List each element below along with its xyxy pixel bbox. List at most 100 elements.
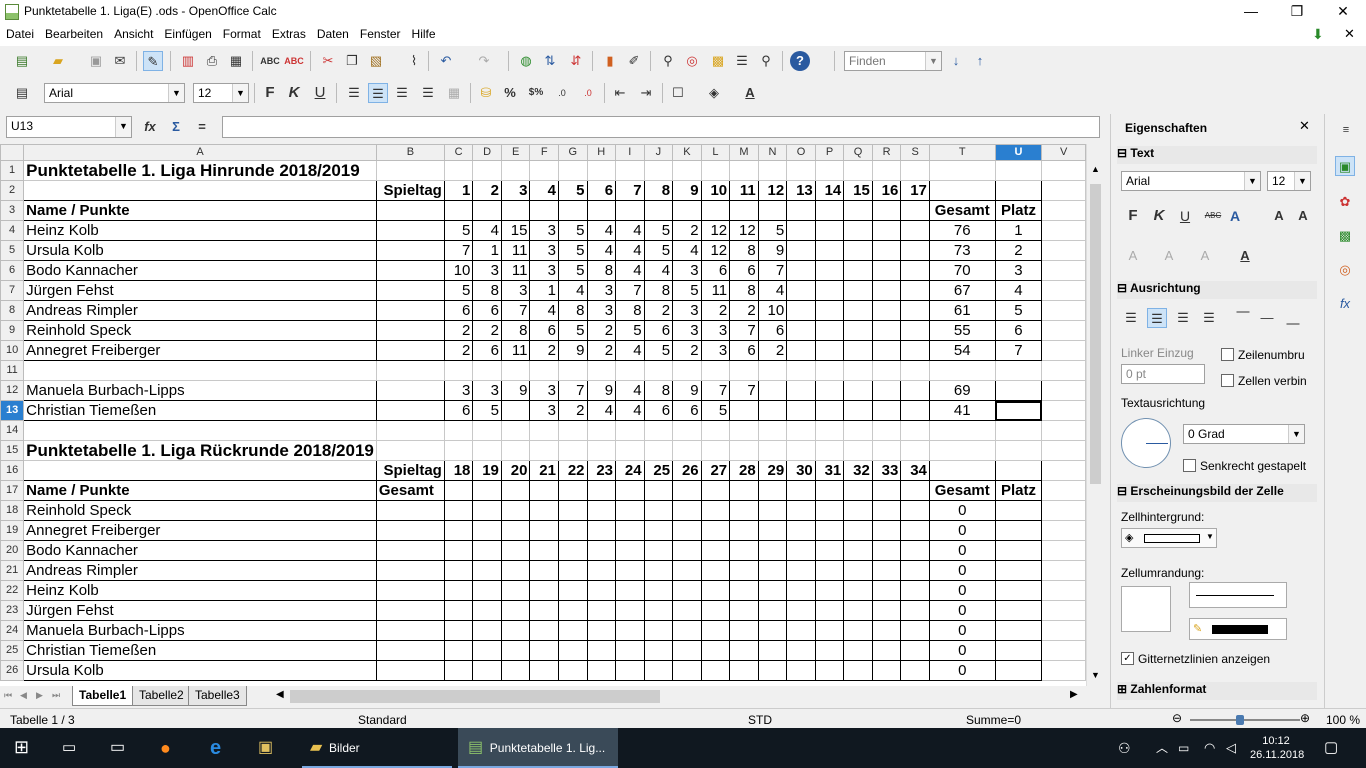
cell-d4[interactable]: 4 — [472, 220, 502, 241]
cell-k25[interactable] — [672, 640, 702, 661]
sort-ascending-icon[interactable]: ⇅ — [540, 51, 560, 71]
cell-n15[interactable] — [757, 440, 788, 461]
cell-b19[interactable] — [375, 520, 445, 541]
cell-u26[interactable] — [994, 660, 1043, 681]
cell-g19[interactable] — [557, 520, 588, 541]
cell-n26[interactable] — [757, 660, 788, 681]
cell-e19[interactable] — [500, 520, 531, 541]
border-color-picker[interactable]: ✎ — [1189, 618, 1287, 640]
cell-d1[interactable] — [472, 160, 502, 181]
cell-h17[interactable] — [586, 480, 617, 501]
cell-f17[interactable] — [529, 480, 559, 501]
cell-e18[interactable] — [500, 500, 531, 521]
cell-d11[interactable] — [472, 360, 502, 381]
cell-m11[interactable] — [729, 360, 759, 381]
cell-c15[interactable] — [443, 440, 474, 461]
menu-ansicht[interactable]: Ansicht — [108, 24, 158, 41]
cell-j4[interactable]: 5 — [643, 220, 674, 241]
cell-r17[interactable] — [871, 480, 902, 501]
cell-n11[interactable] — [757, 360, 788, 381]
cell-a23[interactable]: Jürgen Fehst — [23, 600, 377, 621]
print-icon[interactable]: ⎙ — [202, 51, 222, 71]
cell-e17[interactable] — [500, 480, 531, 501]
cell-j14[interactable] — [643, 420, 674, 441]
tab-nav-prev-icon[interactable]: ◀ — [20, 690, 27, 701]
cell-k23[interactable] — [672, 600, 702, 621]
cell-e7[interactable]: 3 — [500, 280, 531, 301]
zoom-icon[interactable]: ⚲ — [756, 51, 776, 71]
cell-r19[interactable] — [871, 520, 902, 541]
cell-p10[interactable] — [814, 340, 845, 361]
cell-q14[interactable] — [843, 420, 873, 441]
cell-u23[interactable] — [994, 600, 1043, 621]
cell-h15[interactable] — [586, 440, 617, 461]
cell-q11[interactable] — [843, 360, 873, 381]
cell-g5[interactable]: 5 — [557, 240, 588, 261]
cell-h13[interactable]: 4 — [586, 400, 617, 421]
align-center-icon[interactable]: ☰ — [368, 83, 388, 103]
cell-g1[interactable] — [557, 160, 588, 181]
cell-c13[interactable]: 6 — [443, 400, 474, 421]
cell-c20[interactable] — [443, 540, 474, 561]
cell-l14[interactable] — [700, 420, 731, 441]
cell-g2[interactable]: 5 — [557, 180, 588, 201]
cell-j26[interactable] — [643, 660, 674, 681]
cell-f1[interactable] — [529, 160, 559, 181]
cell-r10[interactable] — [871, 340, 902, 361]
cell-c5[interactable]: 7 — [443, 240, 474, 261]
cell-q6[interactable] — [843, 260, 873, 281]
cell-h11[interactable] — [586, 360, 617, 381]
cell-t4[interactable]: 76 — [928, 220, 996, 241]
column-header-i[interactable]: I — [615, 144, 645, 161]
cell-m24[interactable] — [729, 620, 759, 641]
cell-s4[interactable] — [900, 220, 930, 241]
zoom-slider-thumb[interactable] — [1236, 715, 1244, 725]
cell-a2[interactable] — [23, 180, 377, 201]
sidebar-strikethrough-icon[interactable]: ABC — [1203, 206, 1223, 226]
cell-q16[interactable]: 32 — [843, 460, 873, 481]
cell-c23[interactable] — [443, 600, 474, 621]
row-header[interactable]: 24 — [0, 620, 25, 641]
cell-f5[interactable]: 3 — [529, 240, 559, 261]
cell-d14[interactable] — [472, 420, 502, 441]
cell-v2[interactable] — [1041, 180, 1086, 201]
cell-d18[interactable] — [472, 500, 502, 521]
cell-o18[interactable] — [786, 500, 816, 521]
cell-t21[interactable]: 0 — [928, 560, 996, 581]
cell-g6[interactable]: 5 — [557, 260, 588, 281]
cell-c18[interactable] — [443, 500, 474, 521]
cell-u16[interactable] — [994, 460, 1043, 481]
vertical-scrollbar[interactable]: ▲ ▼ — [1086, 144, 1104, 686]
cell-s12[interactable] — [900, 380, 930, 401]
cell-q5[interactable] — [843, 240, 873, 261]
cell-j20[interactable] — [643, 540, 674, 561]
cell-b5[interactable] — [375, 240, 445, 261]
cell-k9[interactable]: 3 — [672, 320, 702, 341]
cell-v24[interactable] — [1041, 620, 1086, 641]
redo-icon[interactable]: ↷ — [474, 51, 494, 71]
cell-l17[interactable] — [700, 480, 731, 501]
cell-a4[interactable]: Heinz Kolb — [23, 220, 377, 241]
sidebar-spacing-icon[interactable]: A — [1159, 246, 1179, 266]
cell-l3[interactable] — [700, 200, 731, 221]
zoom-level[interactable]: 100 % — [1326, 713, 1360, 727]
merge-cells-checkbox[interactable] — [1221, 374, 1234, 387]
cell-p24[interactable] — [814, 620, 845, 641]
chevron-down-icon[interactable]: ▼ — [115, 117, 131, 137]
cell-d5[interactable]: 1 — [472, 240, 502, 261]
cell-c11[interactable] — [443, 360, 474, 381]
cell-q3[interactable] — [843, 200, 873, 221]
cell-p5[interactable] — [814, 240, 845, 261]
cell-v14[interactable] — [1041, 420, 1086, 441]
cell-d12[interactable]: 3 — [472, 380, 502, 401]
cell-v20[interactable] — [1041, 540, 1086, 561]
cell-g8[interactable]: 8 — [557, 300, 588, 321]
chevron-down-icon[interactable]: ▼ — [1288, 425, 1304, 443]
cell-n21[interactable] — [757, 560, 788, 581]
cell-m13[interactable] — [729, 400, 759, 421]
paste-icon[interactable]: ▧ — [366, 51, 386, 71]
cell-p17[interactable] — [814, 480, 845, 501]
tab-nav-last-icon[interactable]: ⏭ — [52, 690, 60, 701]
column-header-p[interactable]: P — [814, 144, 845, 161]
cell-f25[interactable] — [529, 640, 559, 661]
